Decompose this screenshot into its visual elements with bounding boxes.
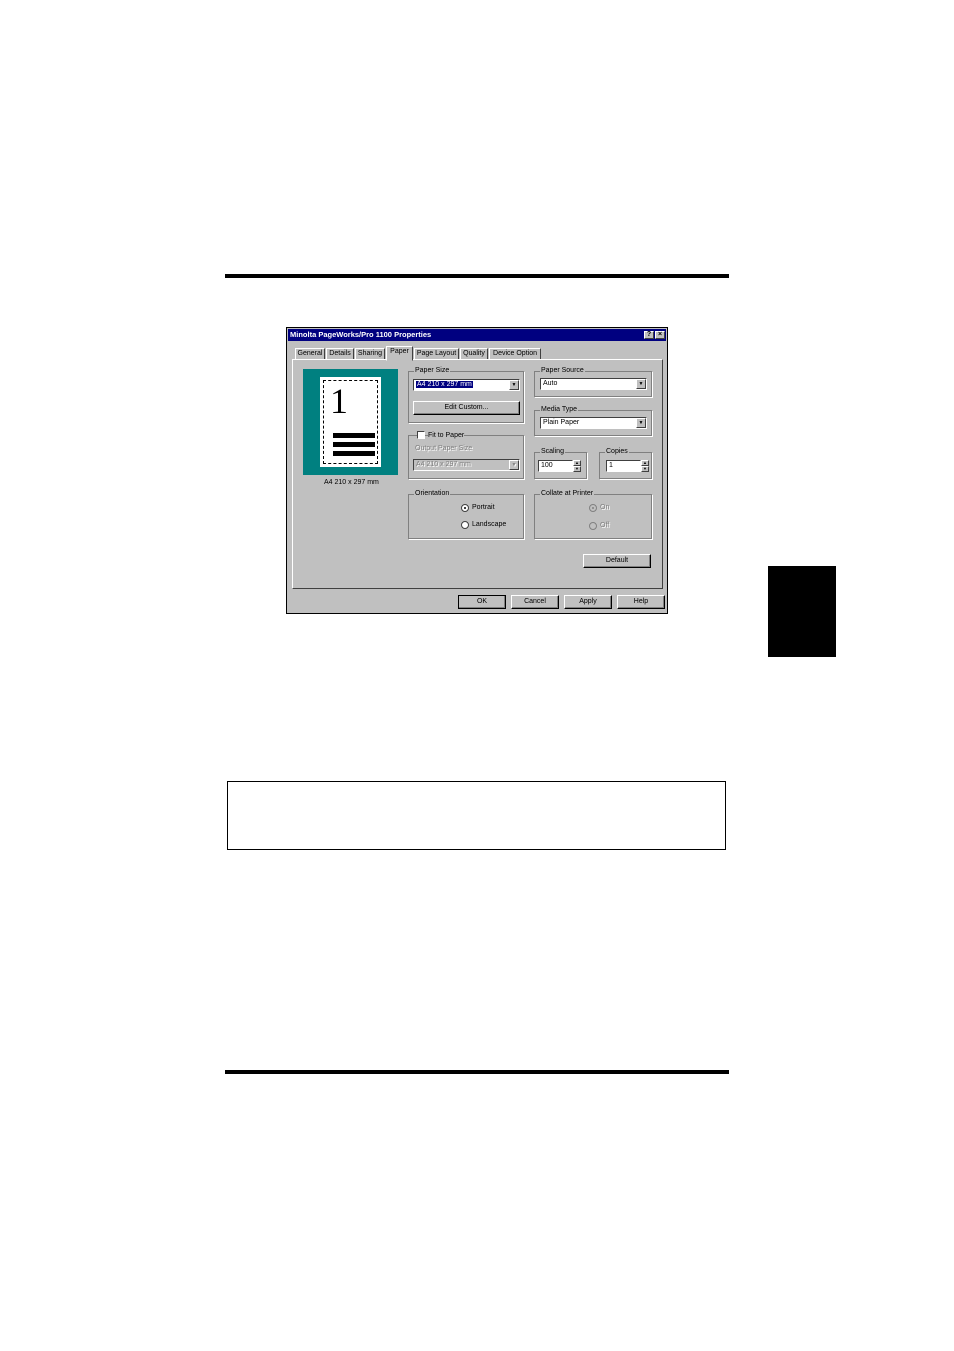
- note-box: [227, 781, 726, 850]
- fit-to-paper-group: [408, 435, 524, 479]
- help-icon[interactable]: ?: [644, 331, 654, 339]
- preview-caption: A4 210 x 297 mm: [324, 479, 379, 486]
- default-button[interactable]: Default: [583, 554, 651, 568]
- spin-down-icon[interactable]: ▼: [641, 466, 649, 472]
- copies-input[interactable]: 1: [606, 460, 641, 472]
- collate-off-label: Off: [600, 522, 610, 529]
- dropdown-arrow-icon[interactable]: ▼: [636, 418, 646, 428]
- preview-text-line: [333, 433, 375, 438]
- tab-paper[interactable]: Paper: [386, 346, 413, 361]
- top-rule: [225, 274, 729, 278]
- spin-down-icon[interactable]: ▼: [573, 466, 581, 472]
- preview-text-line: [333, 442, 375, 447]
- portrait-radio[interactable]: [461, 504, 469, 512]
- dropdown-arrow-icon: ▼: [509, 460, 519, 470]
- ok-button[interactable]: OK: [458, 595, 506, 609]
- collate-on-label: On: [600, 504, 610, 511]
- output-paper-size-value: A4 210 x 297 mm: [416, 461, 471, 468]
- fit-to-paper-label: Fit to Paper: [428, 432, 465, 440]
- paper-source-select[interactable]: Auto ▼: [540, 378, 647, 390]
- dialog-title: Minolta PageWorks/Pro 1100 Properties ? …: [288, 329, 666, 341]
- cancel-button[interactable]: Cancel: [511, 595, 559, 609]
- dialog-title-text: Minolta PageWorks/Pro 1100 Properties: [290, 330, 432, 339]
- collate-on-radio: [589, 504, 597, 512]
- preview-page-number: 1: [330, 381, 348, 421]
- dropdown-arrow-icon[interactable]: ▼: [636, 379, 646, 389]
- copies-label: Copies: [605, 448, 629, 456]
- edit-custom-button[interactable]: Edit Custom...: [413, 401, 520, 415]
- paper-size-label: Paper Size: [414, 367, 451, 375]
- landscape-radio[interactable]: [461, 521, 469, 529]
- chapter-tab-marker: [768, 566, 836, 657]
- output-paper-size-label: Output Paper Size: [415, 445, 473, 452]
- paper-preview: 1: [303, 369, 398, 475]
- help-button[interactable]: Help: [617, 595, 665, 609]
- apply-button[interactable]: Apply: [564, 595, 612, 609]
- paper-size-value: A4 210 x 297 mm: [416, 381, 473, 388]
- printable-area-outline: 1: [323, 380, 378, 464]
- copies-stepper[interactable]: ▲ ▼: [641, 460, 649, 472]
- collate-label: Collate at Printer: [540, 490, 595, 498]
- media-type-label: Media Type: [540, 406, 579, 414]
- portrait-label: Portrait: [472, 504, 495, 511]
- paper-size-select[interactable]: A4 210 x 297 mm ▼: [413, 379, 520, 391]
- scaling-input[interactable]: 100: [538, 460, 573, 472]
- scaling-stepper[interactable]: ▲ ▼: [573, 460, 581, 472]
- bottom-rule: [225, 1070, 729, 1074]
- landscape-label: Landscape: [472, 521, 507, 528]
- preview-text-line: [333, 451, 375, 456]
- preview-page: 1: [320, 377, 381, 467]
- collate-off-radio: [589, 522, 597, 530]
- paper-source-label: Paper Source: [540, 367, 585, 375]
- paper-source-value: Auto: [543, 380, 558, 387]
- collate-group: Collate at Printer: [534, 490, 652, 539]
- media-type-select[interactable]: Plain Paper ▼: [540, 417, 647, 429]
- scaling-label: Scaling: [540, 448, 565, 456]
- output-paper-size-select: A4 210 x 297 mm ▼: [413, 459, 520, 471]
- printer-properties-dialog: Minolta PageWorks/Pro 1100 Properties ? …: [286, 327, 668, 614]
- fit-to-paper-checkbox[interactable]: [417, 431, 425, 439]
- media-type-value: Plain Paper: [543, 419, 580, 426]
- orientation-label: Orientation: [414, 490, 451, 498]
- close-icon[interactable]: ×: [655, 331, 665, 339]
- dropdown-arrow-icon[interactable]: ▼: [509, 380, 519, 390]
- orientation-group: Orientation: [408, 490, 524, 539]
